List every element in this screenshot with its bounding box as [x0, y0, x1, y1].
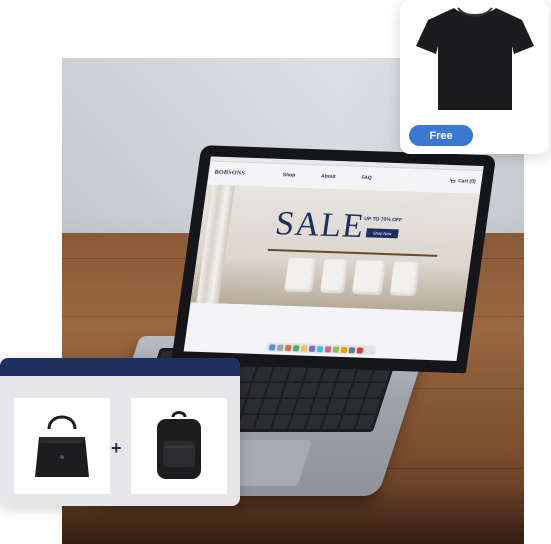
- bundle-item-handbag[interactable]: [14, 398, 110, 494]
- nav-link-shop: Shop: [282, 172, 296, 179]
- hero-shop-now-button: Shop Now: [365, 228, 399, 239]
- bundle-panel: +: [0, 358, 240, 506]
- handbag-icon: [35, 415, 89, 477]
- hero-tote-bag: [319, 258, 349, 294]
- cart-label: Cart (0): [457, 178, 476, 185]
- sale-hero-banner: SALE UP TO 70% OFF Shop Now: [190, 184, 480, 312]
- bundle-header-bar: [0, 358, 240, 376]
- cart-icon: [450, 178, 457, 183]
- hero-offer-text: UP TO 70% OFF: [363, 216, 403, 224]
- bundle-item-backpack[interactable]: [131, 398, 227, 494]
- site-cart: Cart (0): [450, 178, 476, 185]
- hero-sale-title: SALE: [272, 205, 367, 246]
- hero-tote-bag: [284, 257, 317, 293]
- free-button[interactable]: Free: [409, 125, 473, 146]
- t-shirt-icon: [416, 7, 534, 110]
- os-dock: [265, 342, 377, 356]
- hero-clothes-rail: [267, 248, 438, 257]
- bundle-plus-sign: +: [111, 438, 122, 458]
- site-nav-links: Shop About FAQ: [282, 172, 372, 181]
- site-logo: BOBSONS: [214, 169, 246, 177]
- laptop-display: BOBSONS Shop About FAQ Cart (0) SALE UP …: [183, 156, 484, 361]
- backpack-icon: [157, 411, 201, 479]
- hero-tote-bag: [351, 260, 387, 296]
- nav-link-faq: FAQ: [361, 174, 373, 182]
- nav-link-about: About: [320, 173, 336, 180]
- laptop-screen: BOBSONS Shop About FAQ Cart (0) SALE UP …: [171, 145, 497, 374]
- hero-tote-bag: [389, 261, 421, 297]
- free-tshirt-card: Free: [400, 0, 549, 154]
- hero-curtain: [196, 184, 235, 304]
